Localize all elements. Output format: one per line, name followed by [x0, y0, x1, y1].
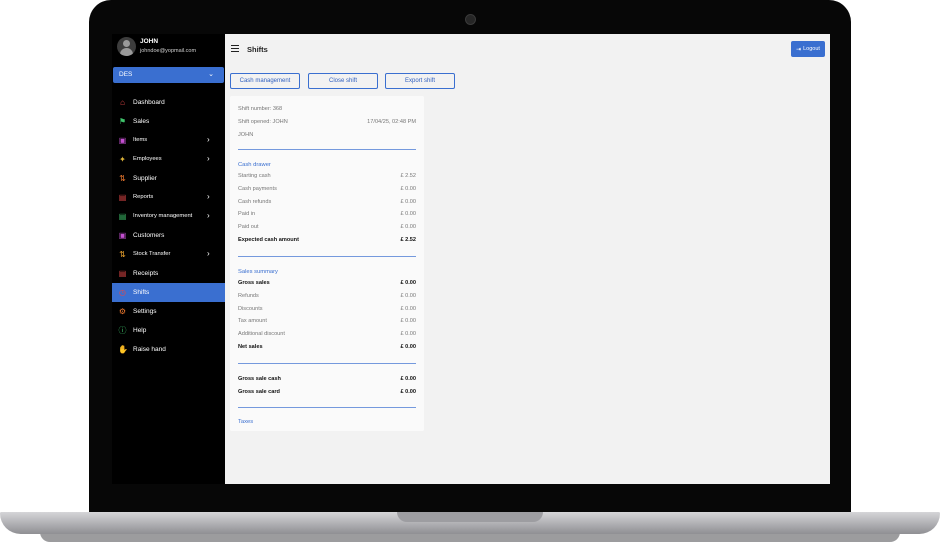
sidebar-item-label: Sales [133, 118, 150, 125]
taxes-title: Taxes [238, 419, 254, 425]
sidebar-item-label: Receipts [133, 270, 159, 277]
cart-icon: ▤ [118, 212, 127, 221]
swap-icon: ⇅ [119, 174, 126, 183]
sidebar-item-label: Dashboard [133, 99, 165, 106]
sales-summary-row: Tax amount £ 0.00 [238, 318, 416, 324]
hand-icon: ✋ [118, 345, 128, 354]
sales-summary-row: Net sales £ 0.00 [238, 344, 416, 350]
sidebar-nav: ⌂ Dashboard ⚑ Sales ▣ Items › ✦ Employee… [112, 93, 225, 359]
cash-drawer-row: Cash refunds £ 0.00 [238, 199, 416, 205]
sidebar-item-supplier[interactable]: ⇅ Supplier [112, 169, 225, 188]
sidebar-item-label: Reports [133, 194, 154, 200]
sidebar-item-settings[interactable]: ⚙ Settings [112, 302, 225, 321]
chevron-right-icon: › [207, 192, 210, 201]
divider [238, 363, 416, 364]
report-icon: ▤ [118, 193, 127, 202]
laptop-notch [397, 512, 543, 522]
divider [238, 407, 416, 408]
chevron-right-icon: › [207, 211, 210, 220]
screen: JOHN johndoe@yopmail.com DES ⌄ ⌂ Dashboa… [112, 34, 830, 484]
sidebar-item-label: Items [133, 137, 148, 143]
sales-summary-row: Additional discount £ 0.00 [238, 331, 416, 337]
cash-drawer-row: Expected cash amount £ 2.52 [238, 237, 416, 243]
sidebar-item-label: Raise hand [133, 346, 166, 353]
logout-icon: ⇥ [796, 46, 802, 53]
sidebar-item-items[interactable]: ▣ Items › [112, 131, 225, 150]
chevron-right-icon: › [207, 135, 210, 144]
cash-drawer-row: Paid out £ 0.00 [238, 224, 416, 230]
logout-label: Logout [803, 46, 820, 52]
sales-summary-title: Sales summary [238, 269, 278, 275]
sidebar-item-reports[interactable]: ▤ Reports › [112, 188, 225, 207]
sidebar-item-help[interactable]: ⓘ Help [112, 321, 225, 340]
sales-summary-row: Refunds £ 0.00 [238, 293, 416, 299]
cash-drawer-row: Paid in £ 0.00 [238, 211, 416, 217]
sidebar-item-label: Customers [133, 232, 165, 239]
user-profile[interactable]: JOHN johndoe@yopmail.com [116, 37, 226, 61]
sidebar-item-label: Supplier [133, 175, 157, 182]
sidebar-item-sales[interactable]: ⚑ Sales [112, 112, 225, 131]
sidebar-item-shifts[interactable]: ◷ Shifts [112, 283, 225, 302]
sidebar-item-receipts[interactable]: ▤ Receipts [112, 264, 225, 283]
store-select-value: DES [119, 71, 133, 78]
cash-management-button[interactable]: Cash management [230, 73, 300, 89]
divider [238, 256, 416, 257]
topbar: Shifts ⇥ Logout [225, 34, 830, 64]
shift-opened-time: 17/04/25, 02:48 PM [367, 119, 416, 125]
sidebar-item-customers[interactable]: ▣ Customers [112, 226, 225, 245]
person-icon: ✦ [119, 155, 126, 164]
close-shift-button[interactable]: Close shift [308, 73, 378, 89]
sidebar-item-label: Inventory management [133, 213, 193, 219]
store-select[interactable]: DES ⌄ [113, 67, 224, 83]
shift-number: Shift number: 368 [238, 106, 283, 112]
bell-icon: ⚑ [118, 117, 127, 126]
main-content: Shifts ⇥ Logout Cash management Close sh… [225, 34, 830, 484]
clock-icon: ◷ [119, 288, 126, 297]
avatar [117, 37, 136, 56]
sidebar-item-label: Settings [133, 308, 157, 315]
receipt-icon: ▤ [118, 269, 127, 278]
shift-card: Shift number: 368 Shift opened: JOHN 17/… [230, 96, 424, 431]
chevron-right-icon: › [207, 154, 210, 163]
cash-drawer-row: Cash payments £ 0.00 [238, 186, 416, 192]
page-title: Shifts [247, 45, 268, 54]
sidebar-item-employees[interactable]: ✦ Employees › [112, 150, 225, 169]
sidebar-item-inventory-management[interactable]: ▤ Inventory management › [112, 207, 225, 226]
chevron-down-icon: ⌄ [208, 71, 214, 78]
user-email: johndoe@yopmail.com [140, 48, 197, 54]
menu-icon[interactable] [231, 45, 239, 53]
sidebar-item-label: Help [133, 327, 147, 334]
webcam [465, 14, 476, 25]
transfer-icon: ⇅ [119, 250, 126, 259]
export-shift-button[interactable]: Export shift [385, 73, 455, 89]
sidebar-item-label: Shifts [133, 289, 150, 296]
customer-icon: ▣ [118, 231, 127, 240]
sidebar-item-label: Employees [133, 156, 162, 162]
gear-icon: ⚙ [118, 307, 127, 316]
payment-row: Gross sale card £ 0.00 [238, 389, 416, 395]
shift-opener: JOHN [238, 132, 254, 138]
logout-button[interactable]: ⇥ Logout [791, 41, 825, 57]
user-name: JOHN [140, 38, 159, 45]
payment-row: Gross sale cash £ 0.00 [238, 376, 416, 382]
cash-drawer-row: Starting cash £ 2.52 [238, 173, 416, 179]
home-icon: ⌂ [120, 98, 125, 107]
sales-summary-row: Gross sales £ 0.00 [238, 280, 416, 286]
divider [238, 149, 416, 150]
cash-drawer-title: Cash drawer [238, 162, 271, 168]
sidebar: JOHN johndoe@yopmail.com DES ⌄ ⌂ Dashboa… [112, 34, 225, 484]
sidebar-item-dashboard[interactable]: ⌂ Dashboard [112, 93, 225, 112]
sales-summary-row: Discounts £ 0.00 [238, 306, 416, 312]
help-icon: ⓘ [118, 326, 127, 335]
sidebar-item-raise-hand[interactable]: ✋ Raise hand [112, 340, 225, 359]
sidebar-item-label: Stock Transfer [133, 251, 171, 257]
sidebar-item-stock-transfer[interactable]: ⇅ Stock Transfer › [112, 245, 225, 264]
shift-opened: Shift opened: JOHN 17/04/25, 02:48 PM [238, 119, 416, 125]
basket-icon: ▣ [118, 136, 127, 145]
chevron-right-icon: › [207, 249, 210, 258]
